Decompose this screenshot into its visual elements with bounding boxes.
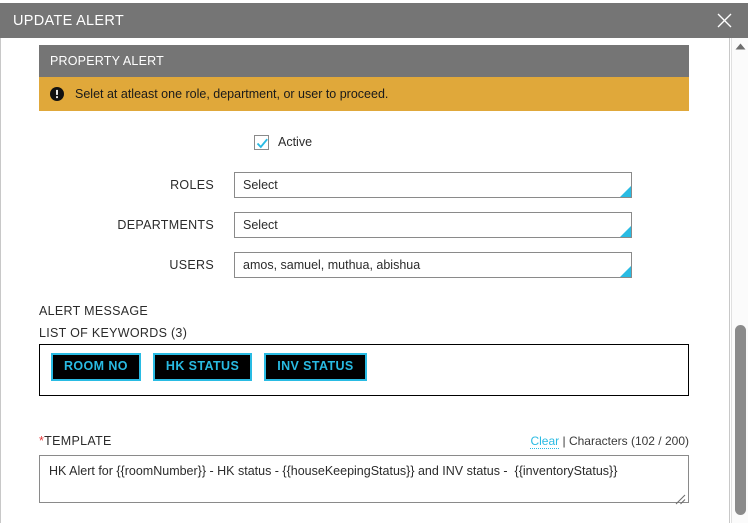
- panel-header-title: PROPERTY ALERT: [50, 54, 164, 68]
- dialog-titlebar: UPDATE ALERT: [0, 3, 748, 38]
- keyword-chip[interactable]: INV STATUS: [264, 353, 367, 381]
- template-meta: Clear | Characters (102 / 200): [530, 434, 689, 449]
- property-alert-panel: PROPERTY ALERT Selet at atleast one role…: [39, 45, 689, 111]
- keywords-title: LIST OF KEYWORDS (3): [39, 326, 188, 340]
- template-label: *TEMPLATE: [39, 434, 112, 448]
- checkmark-icon: [256, 138, 268, 148]
- roles-input[interactable]: [234, 172, 632, 198]
- update-alert-dialog: UPDATE ALERT PROPERTY ALERT Selet at atl…: [0, 0, 748, 523]
- template-textarea[interactable]: [39, 455, 689, 503]
- dialog-title: UPDATE ALERT: [13, 12, 125, 29]
- alert-form: Active ROLES DEPARTMENTS USERS: [1, 130, 729, 290]
- close-icon: [717, 13, 731, 28]
- close-button[interactable]: [704, 3, 744, 38]
- roles-row: ROLES: [1, 170, 729, 200]
- users-row: USERS: [1, 250, 729, 280]
- users-label: USERS: [169, 258, 214, 272]
- template-label-text: TEMPLATE: [44, 434, 112, 448]
- roles-field-wrap: [234, 172, 632, 198]
- template-section: *TEMPLATE Clear | Characters (102 / 200): [39, 434, 689, 508]
- vertical-scrollbar[interactable]: [731, 38, 748, 523]
- template-textarea-wrap: [39, 455, 689, 508]
- active-checkbox-label: Active: [278, 135, 313, 149]
- scroll-up-button[interactable]: [732, 38, 748, 55]
- departments-field-wrap: [234, 212, 632, 238]
- keyword-chip[interactable]: HK STATUS: [152, 353, 253, 381]
- users-field-wrap: [234, 252, 632, 278]
- panel-header: PROPERTY ALERT: [39, 45, 689, 77]
- exclamation-circle-icon: [50, 87, 64, 101]
- dialog-body: PROPERTY ALERT Selet at atleast one role…: [0, 38, 730, 523]
- departments-input[interactable]: [234, 212, 632, 238]
- active-checkbox-row: Active: [1, 130, 729, 154]
- scrollbar-thumb[interactable]: [735, 325, 746, 515]
- keywords-section: LIST OF KEYWORDS (3): [39, 326, 689, 340]
- warning-banner: Selet at atleast one role, department, o…: [39, 77, 689, 111]
- users-input[interactable]: [234, 252, 632, 278]
- template-meta-separator: |: [559, 434, 569, 448]
- template-header: *TEMPLATE Clear | Characters (102 / 200): [39, 434, 689, 449]
- keywords-container: ROOM NO HK STATUS INV STATUS: [39, 344, 689, 396]
- character-count: Characters (102 / 200): [568, 434, 689, 448]
- alert-message-section: ALERT MESSAGE: [39, 304, 689, 318]
- clear-link[interactable]: Clear: [530, 434, 560, 449]
- warning-text: Selet at atleast one role, department, o…: [75, 87, 389, 101]
- departments-row: DEPARTMENTS: [1, 210, 729, 240]
- departments-label: DEPARTMENTS: [117, 218, 214, 232]
- chevron-up-icon: [735, 43, 745, 50]
- active-checkbox[interactable]: [254, 134, 269, 150]
- alert-message-title: ALERT MESSAGE: [39, 304, 149, 318]
- keywords-box: ROOM NO HK STATUS INV STATUS: [39, 344, 689, 396]
- keyword-chip[interactable]: ROOM NO: [51, 353, 141, 381]
- roles-label: ROLES: [170, 178, 214, 192]
